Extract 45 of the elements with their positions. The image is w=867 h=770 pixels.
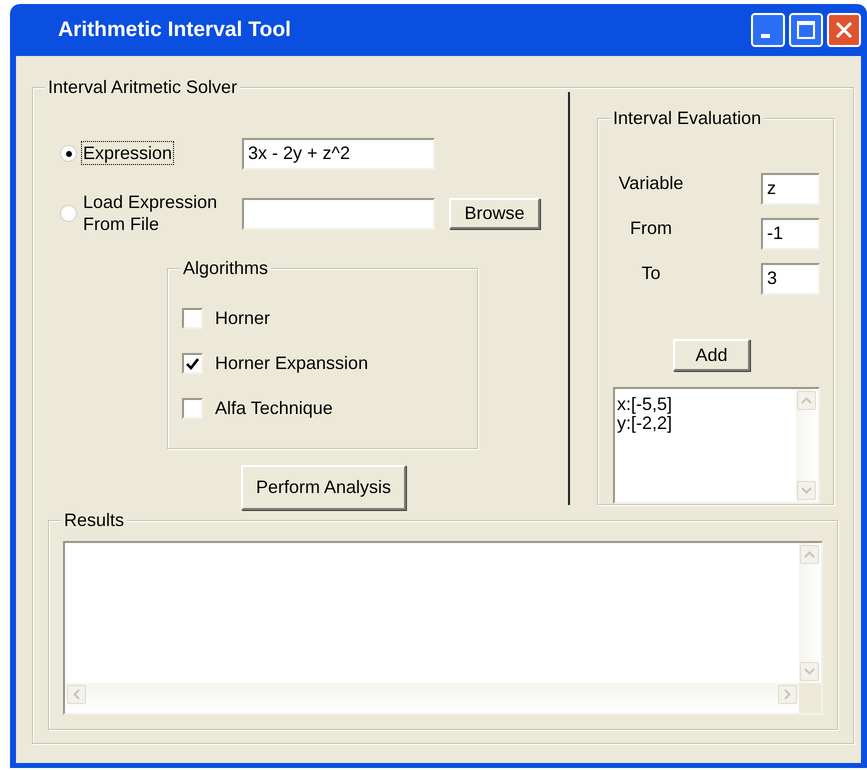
checkbox-label[interactable]: Horner Expanssion [215,350,368,377]
chevron-down-icon [804,668,815,675]
checkbox[interactable] [182,308,203,329]
interval-field[interactable]: z [761,172,820,204]
checkbox-label[interactable]: Alfa Technique [215,395,333,422]
scrollbar-corner [799,683,821,713]
expression-field[interactable]: 3x - 2y + z^2 [242,138,435,170]
list-item[interactable]: y:[-2,2] [617,414,794,433]
check-icon [186,358,199,370]
radio-button[interactable] [60,205,77,222]
interval-field[interactable]: -1 [761,218,820,250]
add-button[interactable]: Add [673,339,750,371]
scroll-left-button[interactable] [67,685,86,704]
radio-label[interactable]: Expression [81,141,174,165]
minimize-button[interactable] [751,13,785,47]
scroll-down-button[interactable] [797,481,816,500]
checkbox[interactable] [182,353,203,374]
radio-button[interactable] [60,145,77,162]
field-label: To [640,262,662,285]
perform-analysis-button[interactable]: Perform Analysis [241,465,406,510]
chevron-up-icon [801,397,812,404]
chevron-down-icon [801,487,812,494]
field-label: From [629,217,673,240]
window-title: Arithmetic Interval Tool [58,17,292,44]
close-icon [834,20,854,40]
minimize-icon [760,34,770,38]
list-item[interactable]: x:[-5,5] [617,395,794,414]
browse-button[interactable]: Browse [449,198,540,229]
field-label: Variable [618,172,684,195]
radio-label[interactable]: Load Expression From File [81,190,220,236]
interval-list[interactable]: x:[-5,5] y:[-2,2] [613,387,820,504]
scroll-up-button[interactable] [797,391,816,410]
chevron-right-icon [784,689,791,700]
scroll-down-button[interactable] [800,662,819,681]
checkbox[interactable] [182,398,203,419]
close-button[interactable] [827,13,861,47]
maximize-button[interactable] [789,13,823,47]
scroll-up-button[interactable] [800,545,819,564]
file-path-field[interactable] [242,198,435,230]
maximize-icon [796,20,816,40]
chevron-up-icon [804,551,815,558]
interval-field[interactable]: 3 [761,262,820,294]
scroll-right-button[interactable] [778,685,797,704]
checkbox-label[interactable]: Horner [215,305,270,332]
chevron-left-icon [73,689,80,700]
